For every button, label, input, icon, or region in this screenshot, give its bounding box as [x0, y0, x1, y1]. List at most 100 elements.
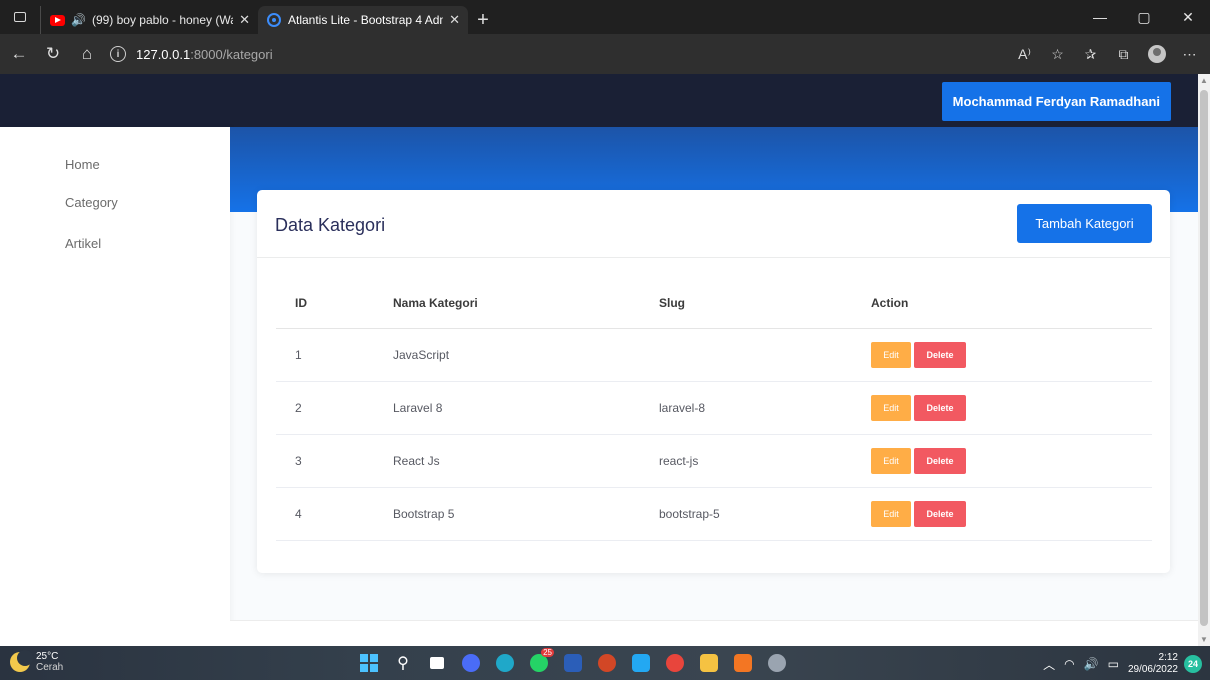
cell-action: Edit Delete	[871, 434, 1152, 488]
sidebar-item-category[interactable]: Category	[65, 195, 118, 210]
column-header-nama: Nama Kategori	[393, 278, 659, 329]
cell-action: Edit Delete	[871, 381, 1152, 435]
delete-button[interactable]: Delete	[914, 394, 966, 421]
column-header-action: Action	[871, 278, 1152, 329]
collections-icon[interactable]: ⧉	[1107, 39, 1140, 69]
back-button[interactable]: ←	[4, 39, 34, 69]
user-profile-button[interactable]: Mochammad Ferdyan Ramadhani	[941, 82, 1171, 121]
tab-close-icon[interactable]: ✕	[239, 12, 250, 28]
chrome-icon	[666, 654, 684, 672]
search-icon: ⚲	[397, 655, 409, 672]
window-controls: — ▢ ✕	[1078, 0, 1210, 34]
cell-id: 1	[276, 328, 393, 382]
scroll-down-icon[interactable]: ▼	[1200, 635, 1208, 644]
page: Mochammad Ferdyan Ramadhani Home Categor…	[0, 74, 1198, 646]
tab-title: Atlantis Lite - Bootstrap 4 Admin	[288, 13, 444, 27]
xampp-button[interactable]	[726, 650, 760, 676]
restore-button[interactable]: ▢	[1122, 0, 1166, 34]
delete-button[interactable]: Delete	[914, 500, 966, 527]
edge-button[interactable]	[488, 650, 522, 676]
powerpoint-button[interactable]	[590, 650, 624, 676]
clock-time: 2:12	[1158, 652, 1178, 663]
url-host: 127.0.0.1	[136, 46, 191, 62]
sidebar-item-artikel[interactable]: Artikel	[65, 236, 101, 251]
atlantis-icon	[266, 12, 282, 28]
notification-badge[interactable]: 24	[1184, 655, 1202, 673]
tab-close-icon[interactable]: ✕	[449, 12, 460, 28]
cell-slug	[659, 328, 871, 382]
cell-action: Edit Delete	[871, 487, 1152, 541]
card-header: Data Kategori Tambah Kategori	[257, 190, 1170, 258]
cell-slug: bootstrap-5	[659, 487, 871, 541]
edit-button[interactable]: Edit	[871, 394, 911, 421]
close-window-button[interactable]: ✕	[1166, 0, 1210, 34]
cell-id: 2	[276, 381, 393, 435]
volume-icon[interactable]: 🔊	[1084, 657, 1099, 671]
address-bar[interactable]: i 127.0.0.1:8000/kategori	[110, 41, 990, 67]
refresh-button[interactable]: ↻	[38, 39, 68, 69]
cell-slug: react-js	[659, 434, 871, 488]
scroll-up-icon[interactable]: ▲	[1200, 76, 1208, 85]
profile-button[interactable]	[1140, 39, 1173, 69]
camera-icon	[462, 654, 480, 672]
cell-id: 4	[276, 487, 393, 541]
edit-button[interactable]: Edit	[871, 447, 911, 474]
delete-button[interactable]: Delete	[914, 447, 966, 474]
table-row: 1 JavaScript Edit Delete	[276, 328, 1152, 382]
scrollbar-thumb[interactable]	[1200, 90, 1208, 626]
battery-icon[interactable]: ▭	[1108, 657, 1119, 671]
delete-button[interactable]: Delete	[914, 341, 966, 368]
settings-button[interactable]	[760, 650, 794, 676]
minimize-button[interactable]: —	[1078, 0, 1122, 34]
xampp-icon	[734, 654, 752, 672]
edit-button[interactable]: Edit	[871, 341, 911, 368]
tab-atlantis[interactable]: Atlantis Lite - Bootstrap 4 Admin ✕	[258, 6, 468, 34]
edit-button[interactable]: Edit	[871, 500, 911, 527]
tab-youtube[interactable]: 🔊 (99) boy pablo - honey (Wa ✕	[40, 6, 258, 34]
cell-nama: Bootstrap 5	[393, 487, 659, 541]
avatar-icon	[1147, 45, 1166, 63]
tab-actions-button[interactable]	[0, 0, 40, 34]
gear-icon	[768, 654, 786, 672]
powerpoint-icon	[598, 654, 616, 672]
cell-nama: JavaScript	[393, 328, 659, 382]
favorite-star-icon[interactable]: ☆	[1041, 39, 1074, 69]
task-view-button[interactable]	[420, 650, 454, 676]
sidebar-item-home[interactable]: Home	[65, 157, 100, 172]
weather-widget[interactable]: 25°C Cerah	[10, 650, 64, 673]
meet-button[interactable]	[454, 650, 488, 676]
new-tab-button[interactable]: +	[468, 6, 498, 34]
system-tray: ︿ ◠ 🔊 ▭ 2:12 29/06/2022 24	[1043, 652, 1202, 676]
file-explorer-button[interactable]	[692, 650, 726, 676]
read-aloud-icon[interactable]: A⁾	[1008, 39, 1041, 69]
more-menu-icon[interactable]: ⋯	[1173, 39, 1206, 69]
toolbar-actions: A⁾ ☆ ✰ ⧉ ⋯	[1008, 39, 1206, 69]
page-scrollbar[interactable]: ▲ ▼	[1198, 74, 1210, 646]
site-info-icon[interactable]: i	[110, 46, 126, 62]
home-button[interactable]: ⌂	[72, 39, 102, 69]
chrome-button[interactable]	[658, 650, 692, 676]
speaker-icon[interactable]: 🔊	[71, 13, 86, 27]
start-button[interactable]	[352, 650, 386, 676]
clock[interactable]: 2:12 29/06/2022	[1128, 652, 1178, 676]
favorites-icon[interactable]: ✰	[1074, 39, 1107, 69]
column-header-slug: Slug	[659, 278, 871, 329]
edge-icon	[496, 654, 514, 672]
word-button[interactable]	[556, 650, 590, 676]
taskbar: 25°C Cerah ⚲ 25 ︿ ◠ 🔊 ▭ 2:12 29/06/2022 …	[0, 646, 1210, 680]
wifi-icon[interactable]: ◠	[1064, 657, 1074, 671]
search-button[interactable]: ⚲	[386, 650, 420, 676]
table-header-row: ID Nama Kategori Slug Action	[276, 278, 1152, 329]
cell-action: Edit Delete	[871, 328, 1152, 382]
top-navbar: Mochammad Ferdyan Ramadhani	[0, 74, 1198, 127]
cell-id: 3	[276, 434, 393, 488]
moon-icon	[10, 650, 33, 672]
tab-title: (99) boy pablo - honey (Wa	[91, 13, 234, 27]
whatsapp-button[interactable]: 25	[522, 648, 556, 676]
add-category-button[interactable]: Tambah Kategori	[1017, 204, 1152, 243]
vscode-button[interactable]	[624, 650, 658, 676]
chevron-up-icon[interactable]: ︿	[1043, 656, 1055, 673]
weather-condition: Cerah	[36, 662, 64, 673]
windows-icon	[360, 654, 378, 672]
weather-temp: 25°C	[36, 651, 59, 662]
